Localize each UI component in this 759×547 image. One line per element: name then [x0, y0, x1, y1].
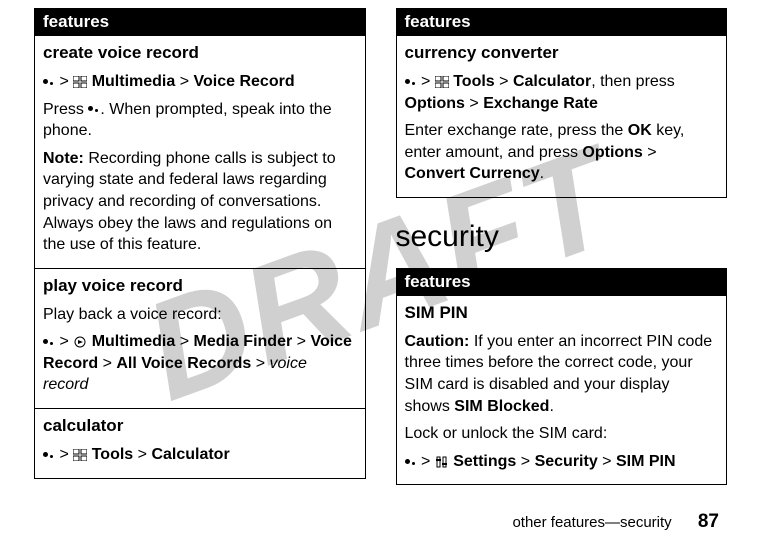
sep: > [59, 446, 68, 463]
text: Enter exchange rate, press the [405, 122, 628, 139]
feature-title: create voice record [43, 42, 357, 65]
nav-path: > Multimedia > Voice Record [43, 71, 357, 93]
right-column: features currency converter > Tools > Ca… [396, 8, 728, 485]
feature-cell-create-voice: create voice record > Multimedia > Voice… [35, 36, 366, 269]
center-key-icon [405, 458, 417, 466]
category-icon [73, 449, 87, 461]
instruction-text: Press . When prompted, speak into the ph… [43, 99, 357, 142]
sep: > [180, 73, 194, 90]
path-part: Tools [453, 73, 494, 90]
note-text: Note: Recording phone calls is subject t… [43, 148, 357, 256]
text: . [540, 165, 544, 182]
path-part: Media Finder [194, 333, 293, 350]
instruction-text: Lock or unlock the SIM card: [405, 423, 719, 445]
caution-label: Caution: [405, 333, 470, 350]
text: Recording phone calls is subject to vary… [43, 150, 336, 253]
category-icon [73, 336, 87, 348]
page-content: features create voice record > Multimedi… [0, 0, 759, 485]
path-part: Multimedia [92, 333, 176, 350]
path-part: Calculator [151, 446, 229, 463]
path-part: Settings [453, 453, 516, 470]
feature-cell-calculator: calculator > Tools > Calculator [35, 409, 366, 479]
page-number: 87 [698, 511, 719, 532]
feature-title: calculator [43, 415, 357, 438]
sep: > [521, 453, 535, 470]
sep: > [421, 453, 430, 470]
feature-cell-sim-pin: SIM PIN Caution: If you enter an incorre… [396, 295, 727, 485]
settings-icon [435, 456, 449, 468]
sep: > [59, 333, 68, 350]
sep: > [256, 355, 270, 372]
feature-cell-play-voice: play voice record Play back a voice reco… [35, 268, 366, 408]
feature-title: currency converter [405, 42, 719, 65]
center-key-icon [43, 338, 55, 346]
features-table-right-bottom: features SIM PIN Caution: If you enter a… [396, 268, 728, 486]
key-label: OK [628, 122, 652, 139]
path-part: Tools [92, 446, 133, 463]
sep: > [602, 453, 616, 470]
sep: > [297, 333, 311, 350]
sep: > [469, 95, 483, 112]
center-key-icon [88, 105, 100, 113]
features-table-left: features create voice record > Multimedi… [34, 8, 366, 479]
path-part: Options [582, 144, 642, 161]
sep: > [643, 144, 657, 161]
table-header: features [396, 9, 727, 36]
nav-path: > Tools > Calculator, then press Options… [405, 71, 719, 114]
center-key-icon [405, 78, 417, 86]
page-footer: other features—security 87 [512, 511, 719, 533]
text: , then press [591, 73, 675, 90]
left-column: features create voice record > Multimedi… [34, 8, 366, 485]
text: Press [43, 101, 88, 118]
path-part: Calculator [513, 73, 591, 90]
footer-text: other features—security [512, 514, 671, 531]
category-icon [435, 76, 449, 88]
text: . [549, 398, 553, 415]
path-part: All Voice Records [116, 355, 251, 372]
category-icon [73, 76, 87, 88]
path-part: Voice Record [194, 73, 295, 90]
sep: > [180, 333, 194, 350]
path-part: Security [535, 453, 598, 470]
display-text: SIM Blocked [454, 398, 549, 415]
nav-path: > Settings > Security > SIM PIN [405, 451, 719, 473]
feature-title: play voice record [43, 275, 357, 298]
path-part: Convert Currency [405, 165, 540, 182]
center-key-icon [43, 78, 55, 86]
path-part: SIM PIN [616, 453, 676, 470]
path-part: Exchange Rate [483, 95, 598, 112]
section-heading-security: security [396, 220, 728, 254]
path-part: Options [405, 95, 465, 112]
feature-cell-currency: currency converter > Tools > Calculator,… [396, 36, 727, 198]
sep: > [138, 446, 152, 463]
caution-text: Caution: If you enter an incorrect PIN c… [405, 331, 719, 417]
sep: > [59, 73, 68, 90]
sep: > [499, 73, 513, 90]
nav-path: > Multimedia > Media Finder > Voice Reco… [43, 331, 357, 396]
center-key-icon [43, 451, 55, 459]
sep: > [103, 355, 117, 372]
table-header: features [35, 9, 366, 36]
feature-title: SIM PIN [405, 302, 719, 325]
table-header: features [396, 268, 727, 295]
instruction-text: Play back a voice record: [43, 304, 357, 326]
note-label: Note: [43, 150, 84, 167]
features-table-right-top: features currency converter > Tools > Ca… [396, 8, 728, 198]
nav-path: > Tools > Calculator [43, 444, 357, 466]
instruction-text: Enter exchange rate, press the OK key, e… [405, 120, 719, 185]
path-part: Multimedia [92, 73, 176, 90]
sep: > [421, 73, 430, 90]
